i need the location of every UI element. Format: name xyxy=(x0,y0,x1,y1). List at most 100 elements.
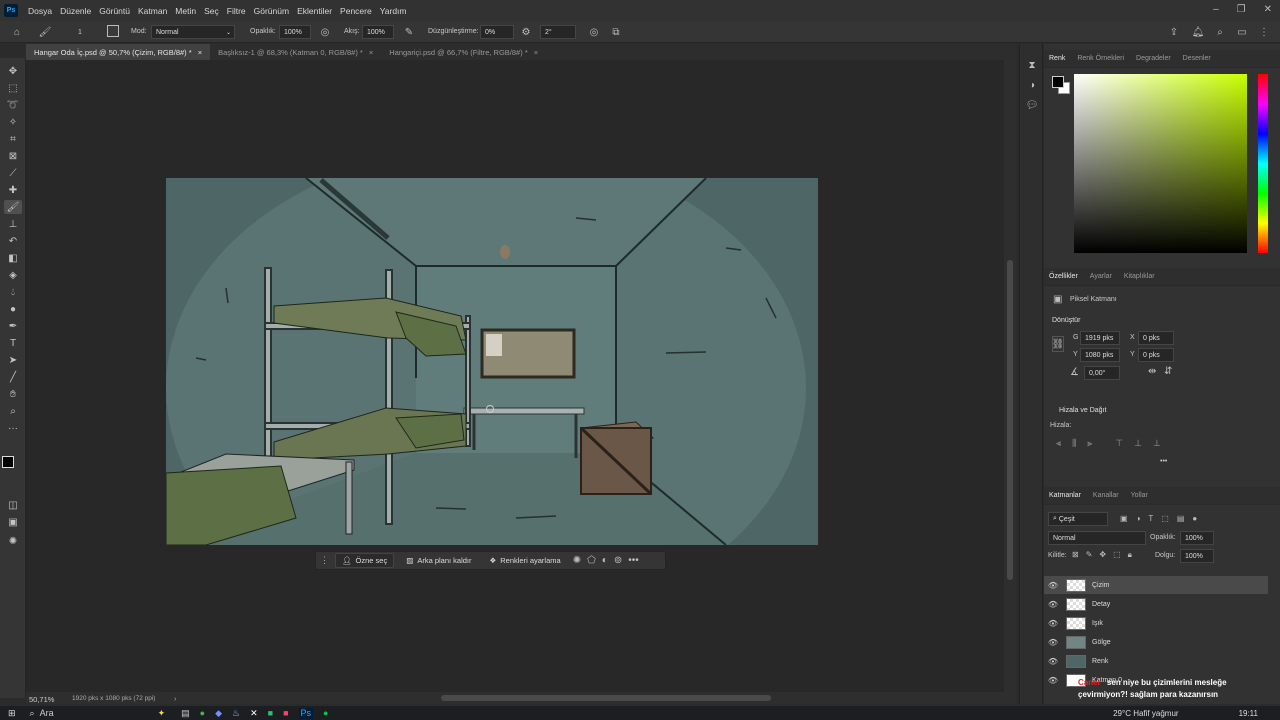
transform-icon[interactable]: ⬠ xyxy=(587,555,596,566)
more-options-icon[interactable]: ••• xyxy=(628,555,639,566)
tab-libraries[interactable]: Kitaplıklar xyxy=(1124,273,1155,280)
paint-bucket-icon[interactable]: ◈ xyxy=(4,268,22,282)
zoom-level[interactable]: 50,71% xyxy=(29,695,54,704)
x-app-icon[interactable]: ✕ xyxy=(250,708,258,719)
transform-title[interactable]: Dönüştür xyxy=(1052,317,1080,324)
tab-color[interactable]: Renk xyxy=(1049,55,1065,62)
zoom-tool-icon[interactable]: ⌕ xyxy=(4,404,22,418)
menu-view[interactable]: Görünüm xyxy=(250,6,293,16)
home-icon[interactable]: ⌂ xyxy=(10,25,24,39)
x-input[interactable]: 0 pks xyxy=(1138,331,1174,345)
tab-channels[interactable]: Kanallar xyxy=(1093,492,1119,499)
mode-select[interactable]: Normal ⌄ xyxy=(151,25,235,39)
tab-gradients[interactable]: Degradeler xyxy=(1136,55,1171,62)
close-icon[interactable]: × xyxy=(534,48,538,57)
eraser-tool-icon[interactable]: ◧ xyxy=(4,251,22,265)
filter-toggle-icon[interactable]: ● xyxy=(1192,514,1197,523)
height-input[interactable]: 1080 pks xyxy=(1080,348,1120,362)
history-brush-icon[interactable]: ↶ xyxy=(4,234,22,248)
align-middle-icon[interactable]: ⊥ xyxy=(1134,438,1142,449)
comments-icon[interactable]: 💬︎ xyxy=(1025,98,1039,112)
tab-patterns[interactable]: Desenler xyxy=(1183,55,1211,62)
eyedropper-tool-icon[interactable]: ⟋ xyxy=(4,166,22,180)
pen-tool-icon[interactable]: ✒ xyxy=(4,319,22,333)
pressure-size-icon[interactable]: ◎ xyxy=(587,25,601,39)
menu-image[interactable]: Görüntü xyxy=(95,6,134,16)
adjust-colors-button[interactable]: ❖ Renkleri ayarlama xyxy=(484,553,567,568)
tab-hangarici[interactable]: Hangariçi.psd @ 66,7% (Filtre, RGB/8#) *… xyxy=(381,44,546,60)
close-icon[interactable]: × xyxy=(369,48,373,57)
vertical-scrollbar[interactable] xyxy=(1004,60,1016,692)
task-view-icon[interactable]: ▤ xyxy=(181,708,190,719)
eye-icon[interactable]: 👁︎ xyxy=(1044,638,1062,647)
filter-adjust-icon[interactable]: ◑ xyxy=(1136,514,1141,523)
vertical-scroll-thumb[interactable] xyxy=(1007,260,1013,580)
tab-hangar-oda[interactable]: Hangar Oda İç.psd @ 50,7% (Çizim, RGB/8#… xyxy=(26,44,211,60)
menu-type[interactable]: Metin xyxy=(171,6,200,16)
menu-window[interactable]: Pencere xyxy=(336,6,376,16)
fg-color-chip[interactable] xyxy=(1052,76,1064,88)
menu-plugins[interactable]: Eklentiler xyxy=(293,6,336,16)
angle-input[interactable]: 0,00° xyxy=(1084,366,1120,380)
path-select-icon[interactable]: ➤ xyxy=(4,353,22,367)
edit-toolbar-icon[interactable]: ··· xyxy=(4,421,22,435)
move-tool-icon[interactable]: ✥ xyxy=(4,64,22,78)
menu-file[interactable]: Dosya xyxy=(24,6,56,16)
sparkle-icon[interactable]: ✺ xyxy=(573,555,581,566)
menu-select[interactable]: Seç xyxy=(200,6,223,16)
tab-properties[interactable]: Özellikler xyxy=(1049,273,1078,280)
healing-brush-icon[interactable]: ✚ xyxy=(4,183,22,197)
filter-shape-icon[interactable]: ⬚ xyxy=(1161,514,1169,523)
align-left-icon[interactable]: ⫷ xyxy=(1056,438,1061,449)
y-input[interactable]: 0 pks xyxy=(1138,348,1174,362)
filter-pixel-icon[interactable]: ▣ xyxy=(1120,514,1128,523)
link-icon[interactable]: ⛓ xyxy=(1052,336,1064,352)
align-more[interactable]: ••• xyxy=(1160,458,1167,465)
align-right-icon[interactable]: ⫸ xyxy=(1087,438,1092,449)
eye-icon[interactable]: 👁︎ xyxy=(1044,581,1062,590)
settings-gear-icon[interactable]: ⚙ xyxy=(519,25,533,39)
type-tool-icon[interactable]: T xyxy=(4,336,22,350)
blend-mode-select[interactable]: Normal xyxy=(1048,531,1146,545)
tab-basliksiz[interactable]: Başlıksız-1 @ 68,3% (Katman 0, RGB/8#) *… xyxy=(210,44,381,60)
blur-tool-icon[interactable]: 💧︎ xyxy=(4,285,22,299)
filter-type-icon[interactable]: T xyxy=(1148,514,1153,523)
more-icon[interactable]: ⋮ xyxy=(1257,25,1271,39)
filter-smart-icon[interactable]: ▤ xyxy=(1177,514,1185,523)
screen-mode-icon[interactable]: ▣ xyxy=(4,515,22,529)
tab-paths[interactable]: Yollar xyxy=(1131,492,1148,499)
taskbar-search[interactable]: Ara xyxy=(40,708,150,718)
workspace-icon[interactable]: ▭ xyxy=(1235,25,1249,39)
fill-input[interactable]: 100% xyxy=(1180,549,1214,563)
remove-background-button[interactable]: ▨ Arka planı kaldır xyxy=(400,553,477,568)
layer-opacity-input[interactable]: 100% xyxy=(1180,531,1214,545)
frame-tool-icon[interactable]: ⊠ xyxy=(4,149,22,163)
artwork-canvas[interactable] xyxy=(166,178,818,545)
chevron-right-icon[interactable]: › xyxy=(174,694,177,703)
flow-input[interactable]: 100% xyxy=(362,25,394,39)
horizontal-scroll-thumb[interactable] xyxy=(441,695,771,701)
lock-all-icon[interactable]: 🔒︎ xyxy=(1128,550,1132,560)
windows-start-icon[interactable]: ⊞ xyxy=(8,708,16,719)
drag-handle-icon[interactable]: ⋮ xyxy=(320,555,329,566)
crop-tool-icon[interactable]: ⌗ xyxy=(4,132,22,146)
lasso-tool-icon[interactable]: ➰ xyxy=(4,98,22,112)
quick-mask-icon[interactable]: ◫ xyxy=(4,498,22,512)
tab-layers[interactable]: Katmanlar xyxy=(1049,492,1081,499)
brush-tool-icon[interactable]: 🖌 xyxy=(4,200,22,214)
layer-row-golge[interactable]: 👁︎ Gölge xyxy=(1044,633,1268,651)
weather-widget[interactable]: 29°C Hafif yağmur xyxy=(1113,709,1178,718)
menu-edit[interactable]: Düzenle xyxy=(56,6,95,16)
search-icon[interactable]: ⌕ xyxy=(1213,25,1227,39)
align-center-icon[interactable]: ⫼ xyxy=(1072,438,1076,449)
brush-panel-icon[interactable] xyxy=(107,25,119,37)
generative-icon[interactable]: ✺ xyxy=(4,534,22,548)
eye-icon[interactable]: 👁︎ xyxy=(1044,676,1062,685)
minimize-icon[interactable]: – xyxy=(1213,4,1219,15)
discord-icon[interactable]: ◆ xyxy=(215,708,222,719)
photoshop-task-icon[interactable]: Ps xyxy=(298,707,314,719)
layer-row-renk[interactable]: 👁︎ Renk xyxy=(1044,652,1268,670)
steam-icon[interactable]: ♨ xyxy=(232,708,240,719)
chrome-icon[interactable]: ● xyxy=(200,708,205,719)
eye-icon[interactable]: 👁︎ xyxy=(1044,657,1062,666)
